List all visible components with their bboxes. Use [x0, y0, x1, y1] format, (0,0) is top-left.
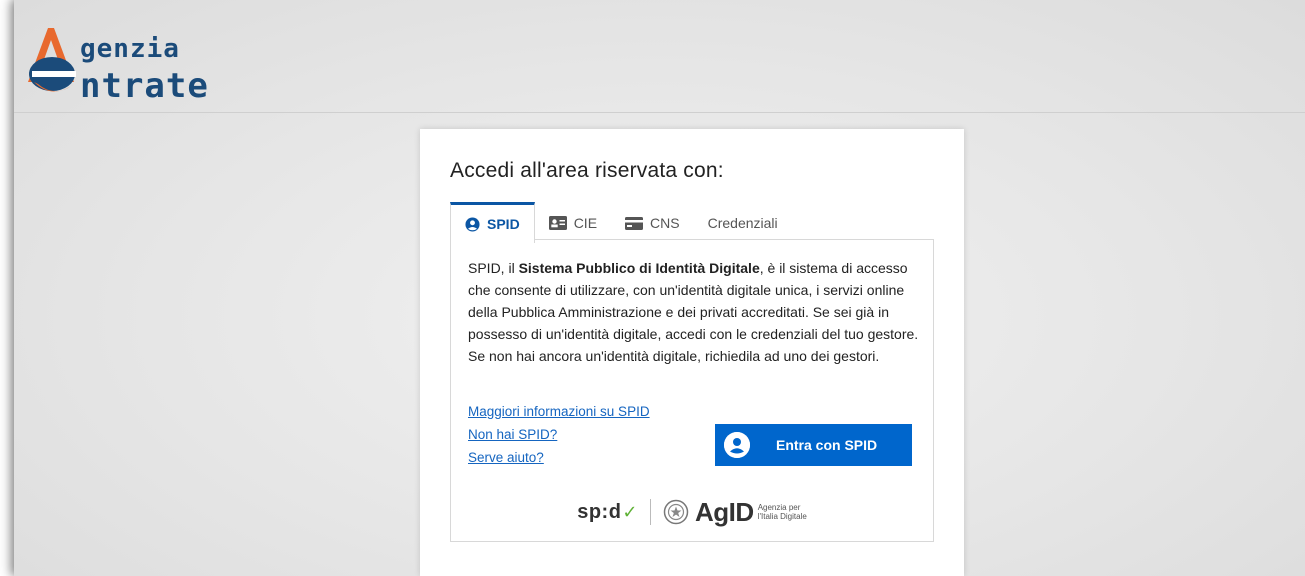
no-spid-link[interactable]: Non hai SPID?: [468, 423, 650, 446]
checkmark-icon: ✓: [622, 501, 639, 522]
spid-tab-panel: SPID, il Sistema Pubblico di Identità Di…: [450, 239, 934, 542]
agid-logo-text: AgID: [695, 496, 754, 527]
tab-credenziali-label: Credenziali: [707, 215, 778, 231]
enter-with-spid-label: Entra con SPID: [776, 437, 878, 453]
more-info-spid-link[interactable]: Maggiori informazioni su SPID: [468, 400, 650, 423]
italian-emblem-icon: [663, 499, 689, 525]
spid-logo-text: sp:d: [577, 500, 622, 523]
spid-logo: sp:d ✓: [577, 501, 638, 524]
agid-logo-subtitle: Agenzia per l'Italia Digitale: [758, 503, 807, 521]
enter-with-spid-button[interactable]: Entra con SPID: [715, 424, 912, 466]
browser-viewport: genzia ntrate Accedi all'area riservata …: [14, 0, 1305, 576]
description-bold-term: Sistema Pubblico di Identità Digitale: [518, 260, 760, 276]
site-header: genzia ntrate: [14, 0, 1305, 112]
header-divider: [14, 112, 1305, 113]
logo-text-line2: ntrate: [80, 66, 209, 106]
tab-cns[interactable]: CNS: [611, 202, 694, 241]
login-method-tabs: SPID CIE CNS Credenziali: [450, 202, 792, 243]
user-icon: [724, 432, 750, 458]
smart-card-icon: [625, 216, 644, 230]
agenzia-entrate-logo[interactable]: genzia ntrate: [24, 18, 284, 108]
agenzia-entrate-emblem-icon: [28, 28, 76, 92]
user-circle-icon: [465, 216, 480, 232]
tab-spid[interactable]: SPID: [450, 202, 535, 243]
agid-subtitle-line2: l'Italia Digitale: [757, 512, 807, 521]
spid-description: SPID, il Sistema Pubblico di Identità Di…: [468, 257, 928, 367]
tab-cie-label: CIE: [573, 215, 598, 231]
tab-cie[interactable]: CIE: [535, 202, 611, 241]
partner-logos: sp:d ✓ AgID Agenzia per l'Italia Digitale: [451, 494, 933, 530]
tab-cns-label: CNS: [650, 215, 680, 231]
page-title: Accedi all'area riservata con:: [450, 159, 724, 182]
description-text-start: SPID, il: [468, 260, 519, 276]
login-card: Accedi all'area riservata con: SPID CIE …: [420, 129, 964, 576]
help-link[interactable]: Serve aiuto?: [468, 446, 650, 469]
tab-spid-label: SPID: [487, 216, 520, 232]
logo-separator: [650, 499, 652, 525]
agid-logo: AgID Agenzia per l'Italia Digitale: [663, 497, 807, 528]
agid-subtitle-line1: Agenzia per: [757, 503, 801, 512]
help-links: Maggiori informazioni su SPID Non hai SP…: [468, 400, 650, 469]
logo-text-line1: genzia: [80, 34, 180, 64]
tab-credenziali[interactable]: Credenziali: [694, 202, 792, 241]
id-card-icon: [548, 216, 567, 230]
